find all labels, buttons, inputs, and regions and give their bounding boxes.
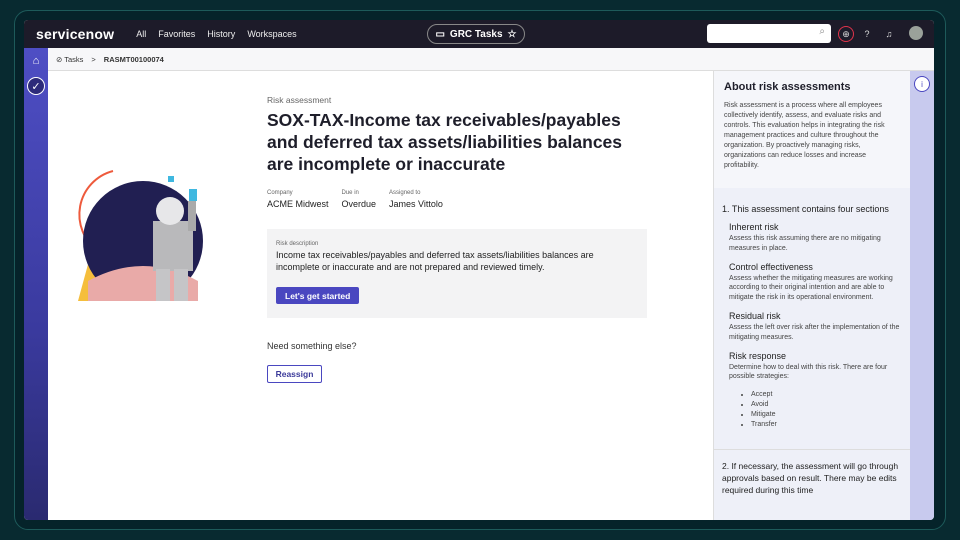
strategy: Mitigate xyxy=(751,410,902,420)
section-title: Risk response xyxy=(729,350,787,361)
section-text: Assess this risk assuming there are no m… xyxy=(729,235,881,252)
strategy: Transfer xyxy=(751,420,902,430)
top-nav: servicenow All Favorites History Workspa… xyxy=(24,20,934,48)
meta-company: Company ACME Midwest xyxy=(267,190,329,209)
calendar-icon: ▭ xyxy=(435,28,445,40)
section-text: Determine how to deal with this risk. Th… xyxy=(729,363,888,381)
search-icon: ⌕ xyxy=(819,26,825,37)
nav-favorites[interactable]: Favorites xyxy=(158,29,195,39)
about-panel: About risk assessments Risk assessment i… xyxy=(713,71,910,520)
strategy: Accept xyxy=(751,390,902,400)
nav-history[interactable]: History xyxy=(207,29,235,39)
strategy-list: AcceptAvoidMitigateTransfer xyxy=(751,390,902,429)
star-icon[interactable]: ☆ xyxy=(508,29,517,40)
right-rail: i xyxy=(910,71,934,520)
step-1: 1. This assessment contains four section… xyxy=(714,188,910,429)
bell-icon[interactable]: ♫ xyxy=(881,26,897,42)
meta-label: Due in xyxy=(341,190,359,196)
meta-due: Due in Overdue xyxy=(342,190,377,209)
breadcrumb-tasks[interactable]: ⊘ Tasks xyxy=(56,55,83,64)
help-icon[interactable]: ? xyxy=(859,26,875,42)
reassign-button[interactable]: Reassign xyxy=(267,365,322,383)
search-input[interactable]: ⌕ xyxy=(707,24,831,43)
section-item: Residual risk Assess the left over risk a… xyxy=(729,311,902,343)
left-sidebar: ⌂ ✓ xyxy=(24,48,48,520)
astronaut-illustration xyxy=(78,170,203,301)
breadcrumb: ⊘ Tasks > RASMT00100074 xyxy=(48,48,934,71)
panel-title: About risk assessments xyxy=(724,81,851,93)
nav-workspaces[interactable]: Workspaces xyxy=(247,29,296,39)
workspace-title: GRC Tasks xyxy=(449,28,503,40)
step-1-title: 1. This assessment contains four section… xyxy=(722,204,889,214)
meta-label: Company xyxy=(267,190,293,196)
panel-intro: Risk assessment is a process where all e… xyxy=(724,102,885,169)
get-started-button[interactable]: Let's get started xyxy=(276,287,360,304)
section-title: Control effectiveness xyxy=(729,261,813,272)
risk-description-card: Risk description Income tax receivables/… xyxy=(267,229,647,318)
globe-icon[interactable]: ⊕ xyxy=(838,26,854,42)
main-content: Risk assessment SOX-TAX-Income tax recei… xyxy=(48,71,713,520)
section-text: Assess the left over risk after the impl… xyxy=(729,323,900,341)
meta-label: Assigned to xyxy=(389,190,421,196)
record-type: Risk assessment xyxy=(267,95,332,105)
servicenow-logo[interactable]: servicenow xyxy=(36,26,114,42)
workspace-pill[interactable]: ▭ GRC Tasks ☆ xyxy=(427,24,525,44)
desc-label: Risk description xyxy=(276,241,319,247)
meta-value: Overdue xyxy=(341,199,377,209)
chevron-right-icon: > xyxy=(91,54,96,64)
section-item: Risk response Determine how to deal with … xyxy=(729,351,902,430)
meta-value: ACME Midwest xyxy=(267,199,329,209)
step-2: 2. If necessary, the assessment will go … xyxy=(714,449,910,506)
strategy: Avoid xyxy=(751,400,902,410)
nav-menu: All Favorites History Workspaces xyxy=(124,29,296,39)
meta-value: James Vittolo xyxy=(389,199,443,209)
need-something-label: Need something else? xyxy=(267,341,357,351)
record-meta: Company ACME Midwest Due in Overdue Assign… xyxy=(267,190,443,209)
info-icon[interactable]: i xyxy=(914,76,930,92)
meta-assigned: Assigned to James Vittolo xyxy=(389,190,443,209)
avatar[interactable] xyxy=(909,26,923,40)
desc-text: Income tax receivables/payables and defe… xyxy=(276,250,594,272)
section-item: Inherent risk Assess this risk assuming t… xyxy=(729,222,902,254)
app-window: servicenow All Favorites History Workspa… xyxy=(24,20,934,520)
section-item: Control effectiveness Assess whether the … xyxy=(729,262,902,303)
about-intro: About risk assessments Risk assessment i… xyxy=(714,71,910,188)
section-title: Residual risk xyxy=(729,310,781,321)
section-title: Inherent risk xyxy=(729,222,779,232)
tasks-check-icon[interactable]: ✓ xyxy=(27,77,45,95)
nav-all[interactable]: All xyxy=(136,29,146,39)
breadcrumb-current: RASMT00100074 xyxy=(103,54,164,64)
home-icon[interactable]: ⌂ xyxy=(27,52,45,70)
section-text: Assess whether the mitigating measures a… xyxy=(729,274,893,302)
page-title: SOX-TAX-Income tax receivables/payables … xyxy=(267,110,623,174)
